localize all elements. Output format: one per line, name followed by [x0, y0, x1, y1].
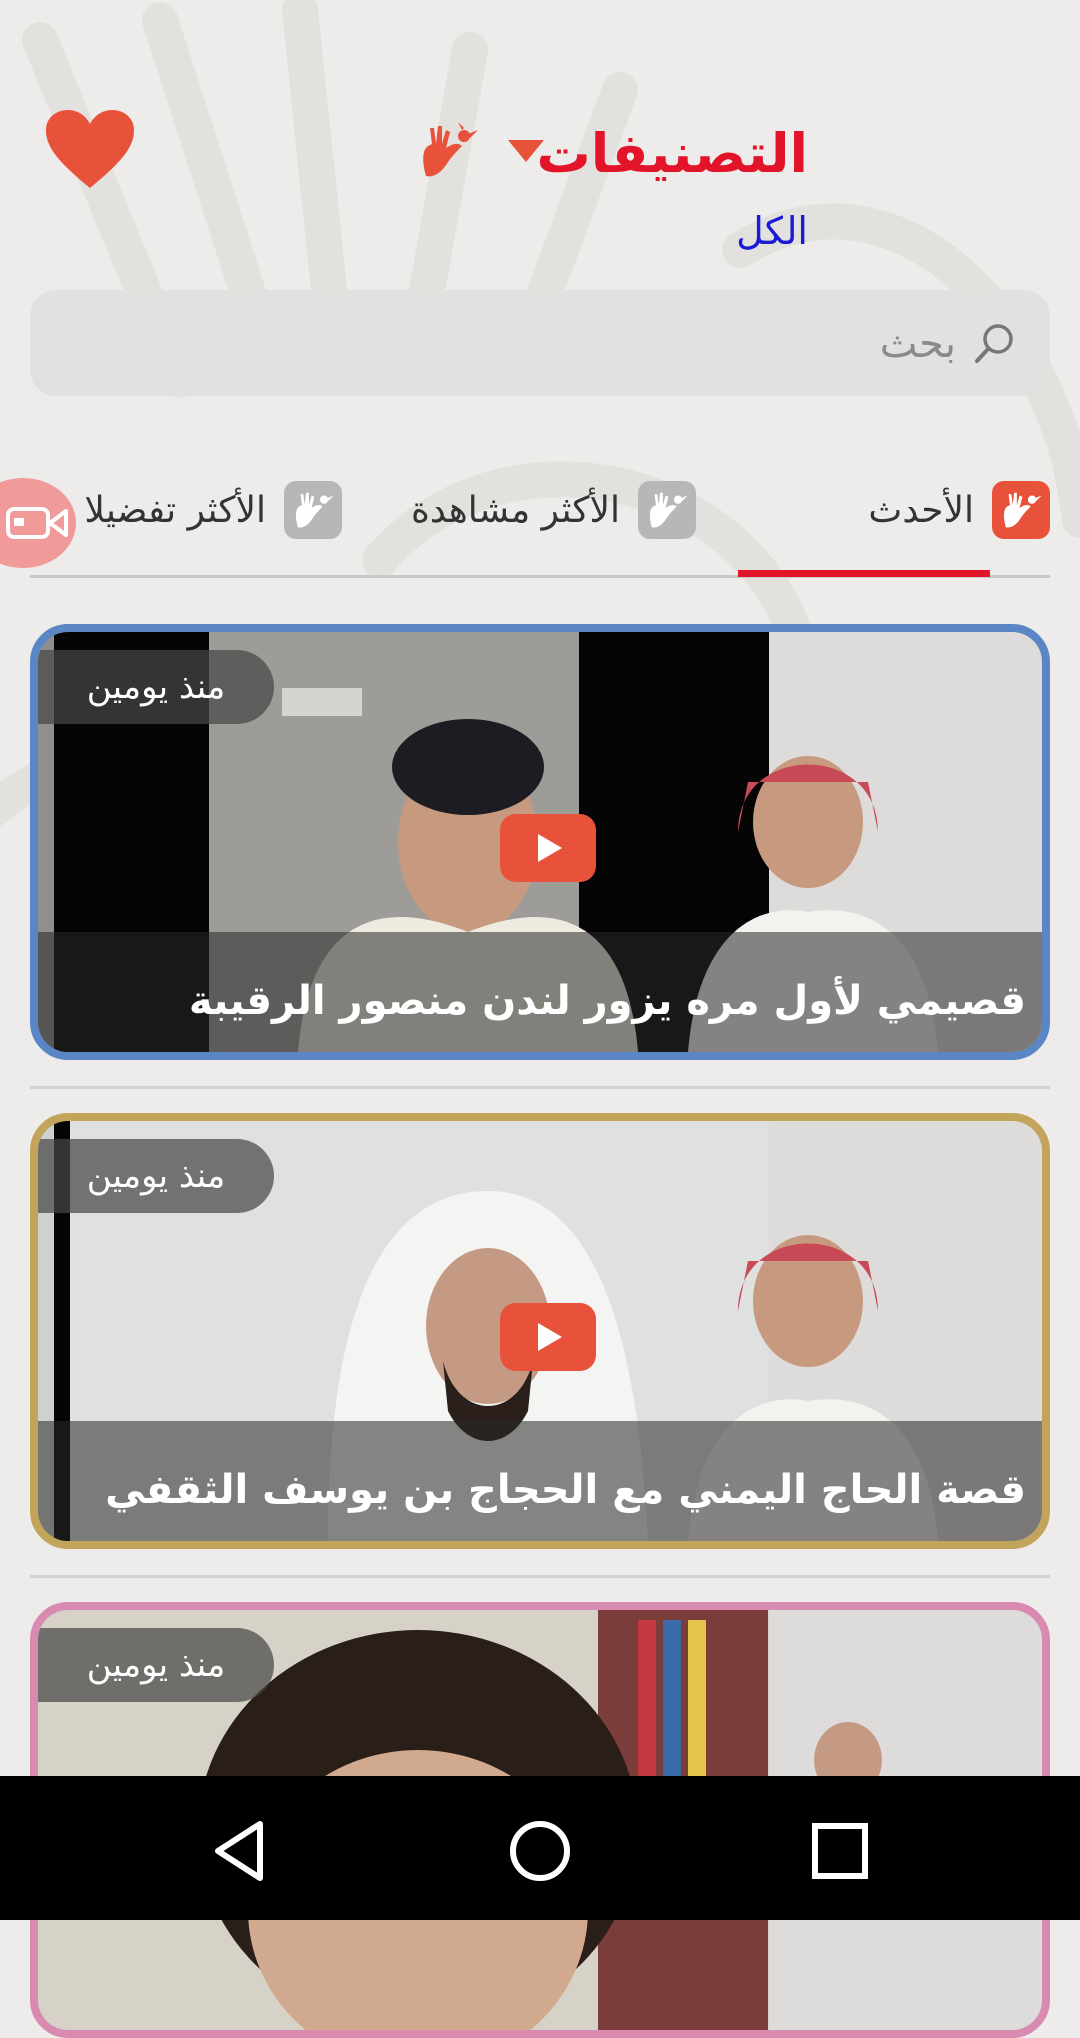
hoopoe-hand-icon [992, 481, 1050, 539]
video-card[interactable]: منذ يومين قصة الحاج اليمني مع الحجاج بن … [30, 1113, 1050, 1549]
active-tab-indicator [738, 570, 990, 577]
system-navigation-bar [0, 1776, 1080, 1920]
heart-icon[interactable] [44, 108, 136, 192]
tab-most-favorited[interactable]: الأكثر تفضيلا [84, 470, 342, 550]
time-badge: منذ يومين [38, 1628, 274, 1702]
back-icon[interactable] [206, 1816, 276, 1886]
tab-latest-label: الأحدث [868, 489, 974, 531]
tab-most-favorited-label: الأكثر تفضيلا [84, 489, 266, 531]
video-title: قصة الحاج اليمني مع الحجاج بن يوسف الثقف… [105, 1467, 1026, 1513]
tab-latest[interactable]: الأحدث [868, 470, 1050, 550]
list-divider [30, 1086, 1050, 1089]
hoopoe-hand-icon [423, 122, 478, 177]
hoopoe-hand-icon [284, 481, 342, 539]
play-button[interactable] [500, 1303, 596, 1371]
play-icon [538, 834, 562, 862]
video-title: قصيمي لأول مره يزور لندن منصور الرقيبة [188, 978, 1026, 1024]
video-card[interactable]: منذ يومين قصيمي لأول مره يزور لندن منصور… [30, 624, 1050, 1060]
search-bar[interactable] [30, 290, 1050, 396]
tab-bar: الأحدث الأكثر مشاهدة الأكثر تفضيلا [0, 440, 1080, 580]
time-badge: منذ يومين [38, 650, 274, 724]
dropdown-arrow-icon[interactable] [508, 140, 544, 162]
search-input[interactable] [74, 314, 958, 374]
list-divider [30, 1575, 1050, 1578]
play-button[interactable] [500, 814, 596, 882]
tab-most-viewed[interactable]: الأكثر مشاهدة [411, 470, 696, 550]
categories-title[interactable]: التصنيفات [536, 118, 808, 190]
time-badge: منذ يومين [38, 1139, 274, 1213]
home-icon[interactable] [505, 1816, 575, 1886]
hoopoe-hand-icon [638, 481, 696, 539]
selected-category[interactable]: الكل [736, 206, 808, 256]
search-icon [975, 324, 1013, 363]
recents-icon[interactable] [805, 1816, 875, 1886]
tab-most-viewed-label: الأكثر مشاهدة [411, 489, 620, 531]
play-icon [538, 1323, 562, 1351]
video-camera-icon [6, 507, 68, 539]
